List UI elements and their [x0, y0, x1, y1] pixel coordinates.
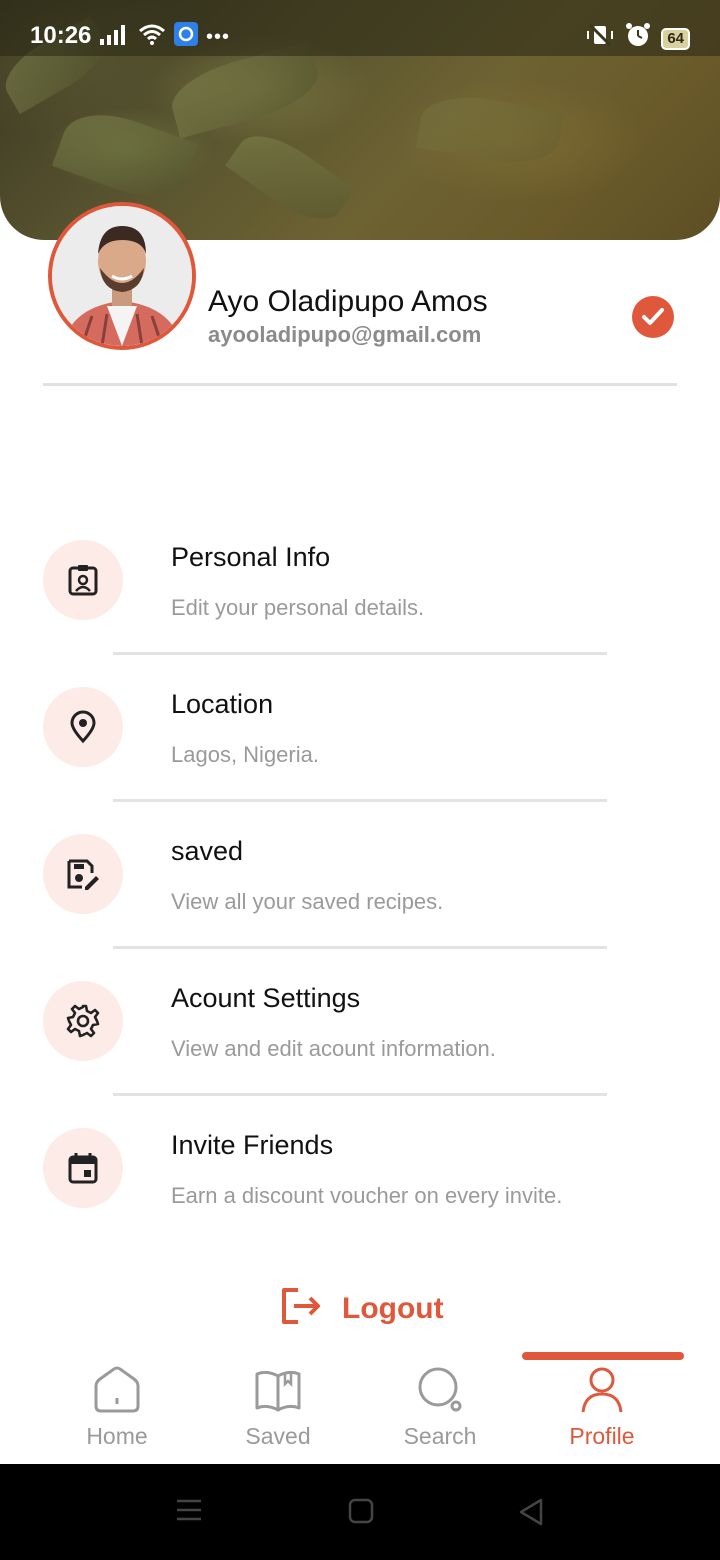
battery-indicator: 64 [661, 27, 690, 50]
logout-label: Logout [342, 1291, 444, 1325]
menu-item-location[interactable]: Location Lagos, Nigeria. [0, 687, 720, 807]
search-icon [415, 1366, 465, 1419]
alarm-icon [625, 22, 651, 55]
book-icon [253, 1366, 303, 1419]
menu-item-saved[interactable]: saved View all your saved recipes. [0, 834, 720, 954]
status-time: 10:26 [30, 22, 92, 49]
menu-subtitle: View all your saved recipes. [171, 889, 444, 914]
menu-divider [113, 946, 607, 949]
nav-label: Saved [245, 1423, 311, 1449]
menu-lines-icon[interactable] [176, 1498, 202, 1527]
nav-tab-profile[interactable]: Profile [522, 1366, 682, 1456]
menu-divider [113, 799, 607, 802]
menu-title: Location [171, 689, 274, 719]
menu-item-personal-info[interactable]: Personal Info Edit your personal details… [0, 540, 720, 660]
menu-subtitle: Lagos, Nigeria. [171, 742, 319, 767]
verified-check-icon [632, 296, 674, 338]
profile-divider [43, 383, 677, 386]
profile-email: ayooladipupo@gmail.com [208, 322, 482, 347]
gear-icon [43, 981, 123, 1061]
nav-label: Profile [569, 1423, 635, 1449]
menu-divider [113, 652, 607, 655]
nav-tab-home[interactable]: Home [37, 1366, 197, 1456]
back-triangle-icon[interactable] [518, 1498, 544, 1531]
id-badge-icon [43, 540, 123, 620]
nav-tab-saved[interactable]: Saved [198, 1366, 358, 1456]
menu-title: Personal Info [171, 542, 331, 572]
wifi-icon [138, 23, 166, 52]
home-square-icon[interactable] [348, 1498, 374, 1529]
active-tab-indicator [522, 1352, 684, 1360]
system-nav-bar [0, 1464, 720, 1560]
signal-icon [100, 24, 130, 52]
menu-subtitle: Edit your personal details. [171, 595, 425, 620]
menu-subtitle: Earn a discount voucher on every invite. [171, 1183, 563, 1208]
home-icon [92, 1366, 142, 1419]
save-edit-icon [43, 834, 123, 914]
profile-name: Ayo Oladipupo Amos [208, 285, 488, 318]
nav-tab-search[interactable]: Search [360, 1366, 520, 1456]
user-icon [577, 1366, 627, 1419]
nav-label: Search [403, 1423, 477, 1449]
sync-app-icon [174, 22, 198, 53]
avatar[interactable] [48, 202, 196, 350]
more-dots-icon: ••• [206, 26, 231, 48]
status-bar: 10:26 ••• 64 [0, 0, 720, 56]
location-pin-icon [43, 687, 123, 767]
logout-button[interactable]: Logout [280, 1286, 444, 1331]
calendar-icon [43, 1128, 123, 1208]
vibrate-icon [585, 23, 615, 54]
nav-label: Home [86, 1423, 148, 1449]
menu-subtitle: View and edit acount information. [171, 1036, 496, 1061]
menu-title: saved [171, 836, 244, 866]
menu-title: Invite Friends [171, 1130, 334, 1160]
menu-divider [113, 1093, 607, 1096]
menu-item-account-settings[interactable]: Acount Settings View and edit acount inf… [0, 981, 720, 1101]
logout-icon [280, 1286, 322, 1331]
menu-title: Acount Settings [171, 983, 361, 1013]
menu-item-invite-friends[interactable]: Invite Friends Earn a discount voucher o… [0, 1128, 720, 1248]
